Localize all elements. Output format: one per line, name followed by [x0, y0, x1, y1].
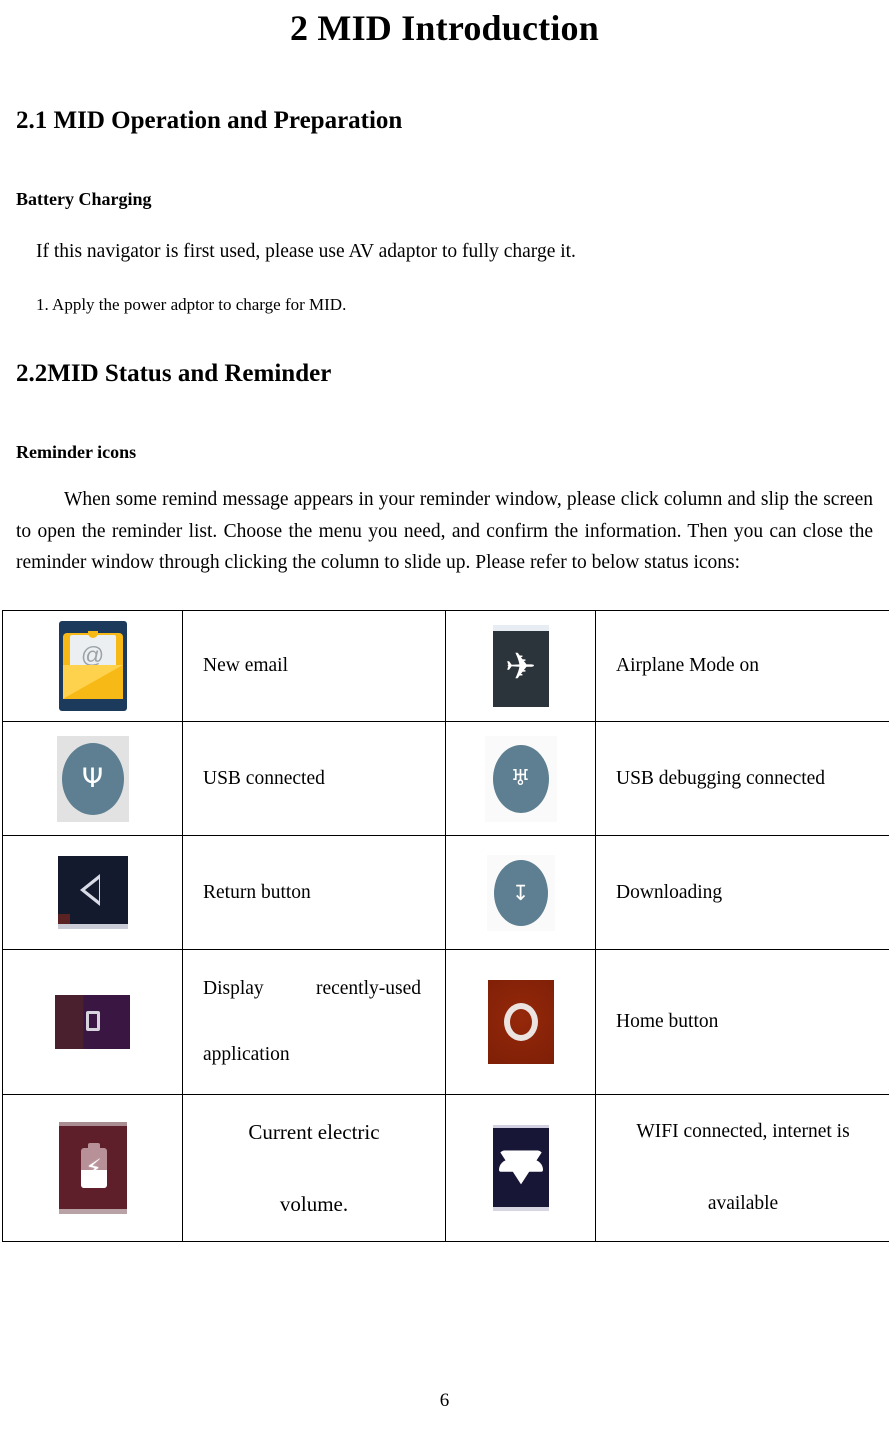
icon-cell-airplane-mode: ✈ — [445, 610, 596, 722]
home-button-icon — [487, 980, 554, 1064]
icon-cell-wifi-connected — [445, 1094, 596, 1242]
icon-cell-downloading: ↧ — [445, 835, 596, 950]
paragraph-reminder-description: When some remind message appears in your… — [16, 489, 873, 573]
icon-cell-recent-apps — [2, 949, 183, 1095]
status-label: Return button — [203, 881, 311, 903]
icon-cell-battery-charging: ⚡ — [2, 1094, 183, 1242]
paragraph-charge-step-1: 1. Apply the power adptor to charge for … — [36, 295, 347, 314]
label-cell-return-button: Return button — [182, 835, 446, 950]
status-label: USB connected — [203, 767, 325, 789]
label-cell-wifi-connected: WIFI connected, internet is available — [595, 1094, 889, 1242]
download-glyph: ↧ — [511, 880, 530, 905]
subheading-battery-charging: Battery Charging — [16, 189, 152, 209]
recent-apps-icon — [55, 995, 130, 1049]
icon-cell-new-email: @ — [2, 610, 183, 722]
status-icons-table: @ New email ✈ Airplane Mode on Ψ USB con… — [2, 610, 889, 1242]
usb-connected-icon: Ψ — [56, 735, 129, 822]
status-label-line-2: available — [707, 1193, 779, 1214]
label-cell-recent-apps: Display recently-used application — [182, 949, 446, 1095]
icon-cell-usb-connected: Ψ — [2, 721, 183, 836]
status-label: Airplane Mode on — [616, 655, 759, 676]
page-title: 2 MID Introduction — [290, 8, 599, 48]
return-button-icon — [57, 856, 128, 929]
battery-charging-icon: ⚡ — [58, 1122, 127, 1214]
section-heading-2-1: 2.1 MID Operation and Preparation — [16, 107, 403, 134]
status-label: USB debugging connected — [616, 767, 826, 789]
label-cell-downloading: Downloading — [595, 835, 889, 950]
label-cell-airplane-mode: Airplane Mode on — [595, 610, 889, 722]
table-row: Ψ USB connected ♅ USB debugging connecte… — [2, 721, 889, 836]
table-row: Return button ↧ Downloading — [2, 835, 889, 950]
wifi-connected-icon — [492, 1125, 549, 1211]
airplane-glyph: ✈ — [504, 645, 536, 688]
status-label-line-2: volume. — [279, 1192, 349, 1216]
subheading-reminder-icons: Reminder icons — [16, 442, 137, 462]
icon-cell-usb-debugging: ♅ — [445, 721, 596, 836]
label-cell-new-email: New email — [182, 610, 446, 722]
page-number: 6 — [439, 1390, 450, 1411]
status-label-line-1: WIFI connected, internet is — [636, 1121, 850, 1142]
airplane-mode-icon: ✈ — [492, 625, 549, 707]
bolt-glyph: ⚡ — [85, 1154, 102, 1182]
label-cell-battery-charging: Current electric volume. — [182, 1094, 446, 1242]
icon-cell-home-button — [445, 949, 596, 1095]
usb-debugging-icon: ♅ — [484, 735, 557, 822]
document-page: 2 MID Introduction 2.1 MID Operation and… — [0, 0, 889, 1439]
status-label: Display recently-used application — [203, 978, 421, 1065]
downloading-icon: ↧ — [486, 854, 555, 931]
status-label: Downloading — [616, 881, 723, 903]
table-row: Display recently-used application Home b… — [2, 949, 889, 1095]
label-cell-usb-connected: USB connected — [182, 721, 446, 836]
label-cell-home-button: Home button — [595, 949, 889, 1095]
usb-glyph: Ψ — [81, 762, 104, 794]
status-label: Home button — [616, 1011, 719, 1032]
icon-cell-return-button — [2, 835, 183, 950]
label-cell-usb-debugging: USB debugging connected — [595, 721, 889, 836]
android-glyph: ♅ — [510, 765, 531, 791]
section-heading-2-2: 2.2MID Status and Reminder — [16, 360, 332, 387]
paragraph-charge-instruction: If this navigator is first used, please … — [36, 241, 576, 262]
status-label: New email — [203, 655, 289, 676]
table-row: @ New email ✈ Airplane Mode on — [2, 610, 889, 722]
status-label-line-1: Current electric — [248, 1120, 380, 1144]
table-row: ⚡ Current electric volume. WIFI connecte… — [2, 1094, 889, 1242]
new-email-icon: @ — [58, 621, 127, 711]
